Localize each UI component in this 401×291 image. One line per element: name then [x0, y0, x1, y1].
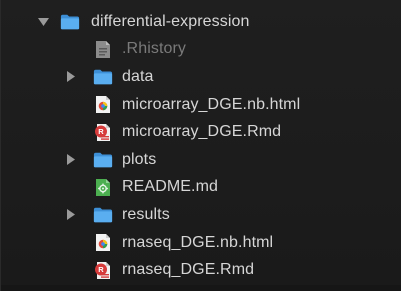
rmarkdown-icon: R	[93, 260, 113, 280]
tree-folder-plots[interactable]: plots	[1, 146, 396, 174]
chevron-right-icon[interactable]	[65, 154, 77, 166]
folder-icon	[93, 150, 113, 170]
file-tree: differential-expression .Rhistory data m…	[1, 8, 396, 284]
history-file-icon	[93, 39, 113, 59]
folder-icon	[93, 205, 113, 225]
tree-item-label: microarray_DGE.Rmd	[122, 123, 282, 141]
tree-file-rnaseq-nb-html[interactable]: rnaseq_DGE.nb.html	[1, 229, 396, 257]
tree-file-rhistory[interactable]: .Rhistory	[1, 36, 396, 64]
folder-icon	[93, 67, 113, 87]
tree-item-label: rnaseq_DGE.Rmd	[122, 261, 255, 279]
svg-text:R: R	[98, 127, 104, 136]
tree-file-rnaseq-rmd[interactable]: R rnaseq_DGE.Rmd	[1, 256, 396, 284]
folder-icon	[60, 12, 80, 32]
markdown-icon	[93, 177, 113, 197]
chevron-down-icon[interactable]	[37, 16, 49, 28]
tree-file-microarray-rmd[interactable]: R microarray_DGE.Rmd	[1, 118, 396, 146]
html-notebook-icon	[93, 95, 113, 115]
tree-item-label: rnaseq_DGE.nb.html	[122, 233, 274, 251]
svg-text:R: R	[98, 265, 104, 274]
tree-item-label: results	[122, 205, 170, 223]
tree-folder-data[interactable]: data	[1, 63, 396, 91]
tree-item-label: README.md	[122, 178, 219, 196]
rmarkdown-icon: R	[93, 122, 113, 142]
tree-folder-differential-expression[interactable]: differential-expression	[1, 8, 396, 36]
tree-item-label: plots	[122, 150, 157, 168]
chevron-right-icon[interactable]	[65, 209, 77, 221]
panel-bottom-edge	[1, 285, 401, 291]
chevron-right-icon[interactable]	[65, 71, 77, 83]
tree-item-label: microarray_DGE.nb.html	[122, 95, 301, 113]
tree-item-label: differential-expression	[91, 12, 250, 30]
html-notebook-icon	[93, 233, 113, 253]
tree-item-label: .Rhistory	[122, 40, 187, 58]
tree-file-readme[interactable]: README.md	[1, 174, 396, 202]
tree-folder-results[interactable]: results	[1, 201, 396, 229]
tree-item-label: data	[122, 67, 154, 85]
tree-file-microarray-nb-html[interactable]: microarray_DGE.nb.html	[1, 91, 396, 119]
file-explorer-panel: differential-expression .Rhistory data m…	[0, 0, 401, 291]
